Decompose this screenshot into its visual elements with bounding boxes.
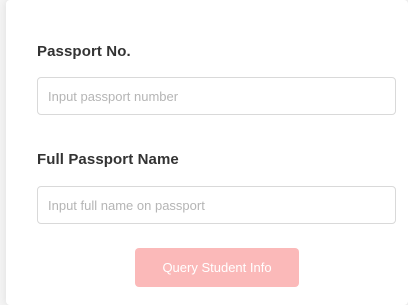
query-form-card: Passport No. Full Passport Name Query St… [6, 0, 408, 305]
full-name-label: Full Passport Name [37, 151, 179, 168]
passport-no-label: Passport No. [37, 43, 131, 60]
query-student-info-button[interactable]: Query Student Info [135, 248, 299, 287]
full-name-input[interactable] [37, 186, 396, 224]
passport-no-input[interactable] [37, 77, 396, 115]
